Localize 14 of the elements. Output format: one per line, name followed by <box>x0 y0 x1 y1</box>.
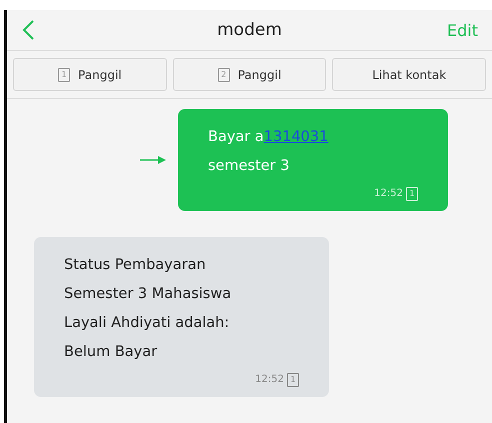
message-text: Bayar a1314031 semester 3 <box>208 128 330 176</box>
sim-card-icon: 1 <box>58 68 70 82</box>
sim-card-icon: 1 <box>287 373 299 387</box>
sent-arrow-icon <box>140 156 168 164</box>
message-time: 12:52 <box>374 187 403 201</box>
sim-card-icon: 2 <box>218 68 230 82</box>
message-time: 12:52 <box>255 373 284 387</box>
call-button[interactable]: 2 Panggil <box>172 58 326 91</box>
conversation-title: modem <box>217 20 282 40</box>
call-button[interactable]: 1 Panggil <box>13 58 167 91</box>
sim-card-icon: 1 <box>406 187 418 201</box>
view-contact-button[interactable]: Lihat kontak <box>332 58 486 91</box>
message-text: Status Pembayaran Semester 3 Mahasiswa Layali Ahdiyati adalah: Belum Bayar <box>64 256 232 362</box>
back-icon[interactable] <box>21 19 35 41</box>
